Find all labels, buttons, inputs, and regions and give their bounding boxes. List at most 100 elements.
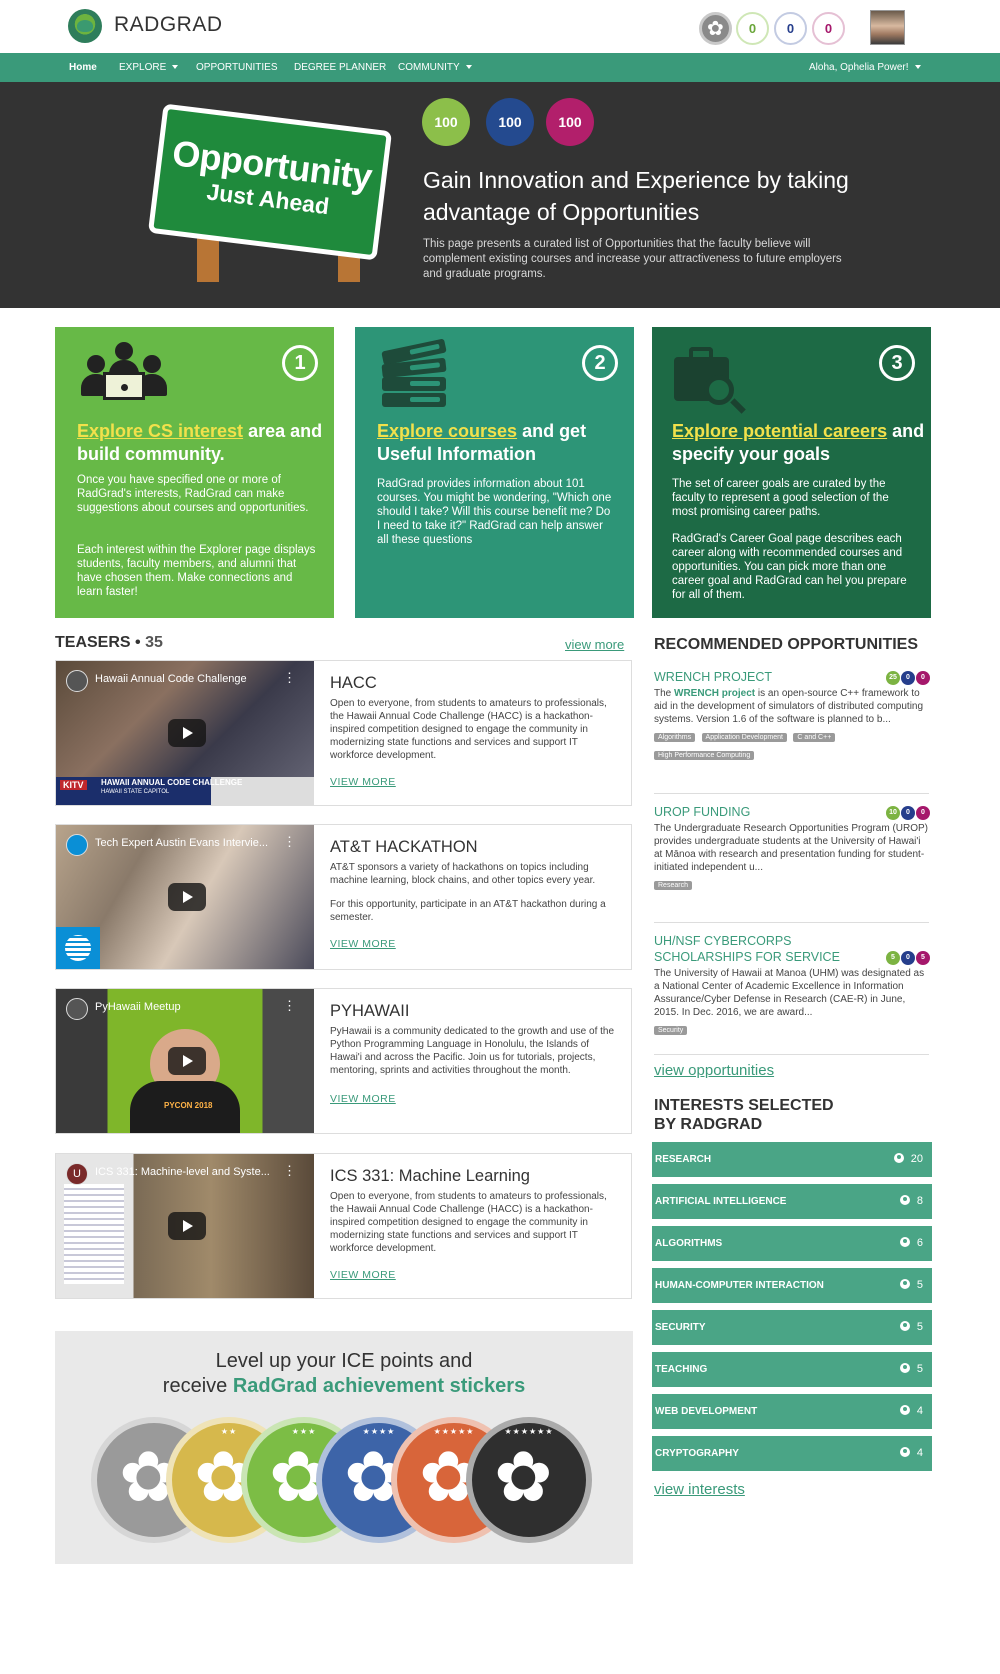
interest-tag[interactable]: Security (654, 1026, 688, 1035)
innovation-points-badge: 5 (886, 951, 900, 965)
competency-goal-circle: 100 (486, 98, 534, 146)
competency-points-badge: 0 (901, 671, 915, 685)
play-icon[interactable] (168, 883, 206, 911)
user-icon (893, 1153, 904, 1163)
interest-name: SECURITY (655, 1322, 706, 1333)
opportunity-title-link[interactable]: UROP FUNDING (654, 804, 879, 820)
video-more-icon[interactable]: ⋮ (283, 834, 296, 850)
teaser-description: PyHawaii is a community dedicated to the… (330, 1026, 615, 1076)
radgrad-logo-icon[interactable] (68, 9, 102, 43)
shirt-text: PYCON 2018 (164, 1101, 213, 1110)
user-menu[interactable]: Aloha, Ophelia Power! (809, 62, 921, 73)
video-more-icon[interactable]: ⋮ (283, 670, 296, 686)
interest-count: 5 (916, 1321, 923, 1333)
video-more-icon[interactable]: ⋮ (283, 998, 296, 1014)
card-paragraph: Each interest within the Explorer page d… (77, 544, 316, 598)
teaser-description: Open to everyone, from students to amate… (330, 1191, 607, 1254)
teaser-title: PYHAWAII (330, 1002, 410, 1020)
hero-title: Gain Innovation and Experience by taking… (423, 167, 849, 225)
briefcase-search-icon (674, 345, 746, 415)
interest-item[interactable]: ALGORITHMS 6 (652, 1226, 932, 1261)
teaser-card: KITV HAWAII ANNUAL CODE CHALLENGE HAWAII… (55, 660, 632, 806)
interest-name: WEB DEVELOPMENT (655, 1406, 758, 1417)
teaser-video-player[interactable]: U ICS 331: Machine-level and Syste... ⋮ (56, 1154, 314, 1298)
interest-name: ALGORITHMS (655, 1238, 723, 1249)
teasers-view-more-link[interactable]: view more (565, 637, 624, 652)
hero-description: This page presents a curated list of Opp… (423, 238, 842, 280)
teaser-video-player[interactable]: Tech Expert Austin Evans Intervie... ⋮ (56, 825, 314, 969)
interest-item[interactable]: WEB DEVELOPMENT 4 (652, 1394, 932, 1429)
teaser-description: For this opportunity, participate in an … (330, 899, 606, 923)
channel-avatar (66, 670, 88, 692)
opportunity-title-link[interactable]: WRENCH PROJECT (654, 669, 879, 685)
explore-courses-link[interactable]: Explore courses (377, 421, 517, 441)
video-title: ICS 331: Machine-level and Syste... (95, 1166, 270, 1178)
interest-name: TEACHING (655, 1364, 708, 1375)
teaser-view-more-link[interactable]: VIEW MORE (330, 1269, 396, 1281)
nav-explore[interactable]: EXPLORE (119, 62, 179, 73)
play-icon[interactable] (168, 1047, 206, 1075)
nav-explore-label: EXPLORE (119, 62, 167, 73)
innovation-points-badge: 10 (886, 806, 900, 820)
nav-community[interactable]: COMMUNITY (398, 62, 472, 73)
ice-experience-points[interactable]: 0 (812, 12, 845, 45)
video-more-icon[interactable]: ⋮ (283, 1163, 296, 1179)
view-opportunities-link[interactable]: view opportunities (654, 1062, 774, 1079)
teaser-video-player[interactable]: KITV HAWAII ANNUAL CODE CHALLENGE HAWAII… (56, 661, 314, 805)
opportunity-sign-image: Opportunity Just Ahead (147, 103, 393, 261)
interest-item[interactable]: RESEARCH 20 (652, 1142, 932, 1177)
nav-degree-planner[interactable]: DEGREE PLANNER (294, 62, 386, 73)
play-icon[interactable] (168, 1212, 206, 1240)
competency-points-badge: 0 (901, 951, 915, 965)
ice-competency-points[interactable]: 0 (774, 12, 807, 45)
card-heading: Explore potential careers and specify yo… (672, 421, 925, 464)
people-laptop-icon (79, 342, 169, 404)
hero-banner: Opportunity Just Ahead 100 100 100 Gain … (0, 82, 1000, 308)
experience-goal-circle: 100 (546, 98, 594, 146)
teaser-view-more-link[interactable]: VIEW MORE (330, 1093, 396, 1105)
books-icon (381, 338, 450, 413)
user-icon (899, 1405, 910, 1415)
card-heading: Explore courses and get Useful Informati… (377, 421, 587, 464)
card-explore-interests: 1 Explore CS interest area and build com… (55, 327, 334, 618)
view-interests-link[interactable]: view interests (654, 1481, 745, 1498)
interest-tag[interactable]: High Performance Computing (654, 751, 755, 760)
user-greeting: Aloha, Ophelia Power! (809, 62, 909, 73)
teaser-description: AT&T sponsors a variety of hackathons on… (330, 862, 596, 886)
ice-innovation-points[interactable]: 0 (736, 12, 769, 45)
nav-opportunities[interactable]: OPPORTUNITIES (196, 62, 278, 73)
interest-item[interactable]: TEACHING 5 (652, 1352, 932, 1387)
channel-avatar (66, 834, 88, 856)
teaser-view-more-link[interactable]: VIEW MORE (330, 776, 396, 788)
interest-item[interactable]: ARTIFICIAL INTELLIGENCE 8 (652, 1184, 932, 1219)
teaser-view-more-link[interactable]: VIEW MORE (330, 938, 396, 950)
recommended-opportunity: UROP FUNDING 10 0 0 The Undergraduate Re… (654, 804, 930, 892)
opportunity-title-link[interactable]: UH/NSF CYBERCORPS SCHOLARSHIPS FOR SERVI… (654, 933, 882, 965)
play-icon[interactable] (168, 719, 206, 747)
card-paragraph: RadGrad provides information about 101 c… (377, 478, 612, 546)
interest-item[interactable]: SECURITY 5 (652, 1310, 932, 1345)
interest-item[interactable]: CRYPTOGRAPHY 4 (652, 1436, 932, 1471)
interest-tag[interactable]: C and C++ (793, 733, 836, 742)
explore-interests-link[interactable]: Explore CS interest (77, 421, 243, 441)
user-icon (899, 1237, 910, 1247)
user-icon (899, 1363, 910, 1373)
card-explore-courses: 2 Explore courses and get Useful Informa… (355, 327, 634, 618)
stickers-line2: receive RadGrad achievement stickers (162, 1375, 526, 1397)
card-paragraph: The set of career goals are curated by t… (672, 478, 889, 518)
teasers-count: 35 (145, 634, 163, 651)
interest-tag[interactable]: Application Development (701, 733, 787, 742)
step-number-2: 2 (582, 345, 618, 381)
interest-tag[interactable]: Algorithms (654, 733, 696, 742)
divider (654, 922, 929, 923)
interest-tag[interactable]: Research (654, 881, 692, 890)
brand-name[interactable]: RADGRAD (114, 13, 223, 37)
channel-logo: KITV (60, 780, 87, 790)
explore-careers-link[interactable]: Explore potential careers (672, 421, 887, 441)
teaser-video-player[interactable]: PYCON 2018 PyHawaii Meetup ⋮ (56, 989, 314, 1133)
nav-home[interactable]: Home (69, 62, 97, 73)
user-avatar[interactable] (870, 10, 905, 45)
interest-item[interactable]: HUMAN-COMPUTER INTERACTION 5 (652, 1268, 932, 1303)
card-heading: Explore CS interest area and build commu… (77, 421, 323, 464)
ice-badge-icon[interactable] (699, 12, 732, 45)
